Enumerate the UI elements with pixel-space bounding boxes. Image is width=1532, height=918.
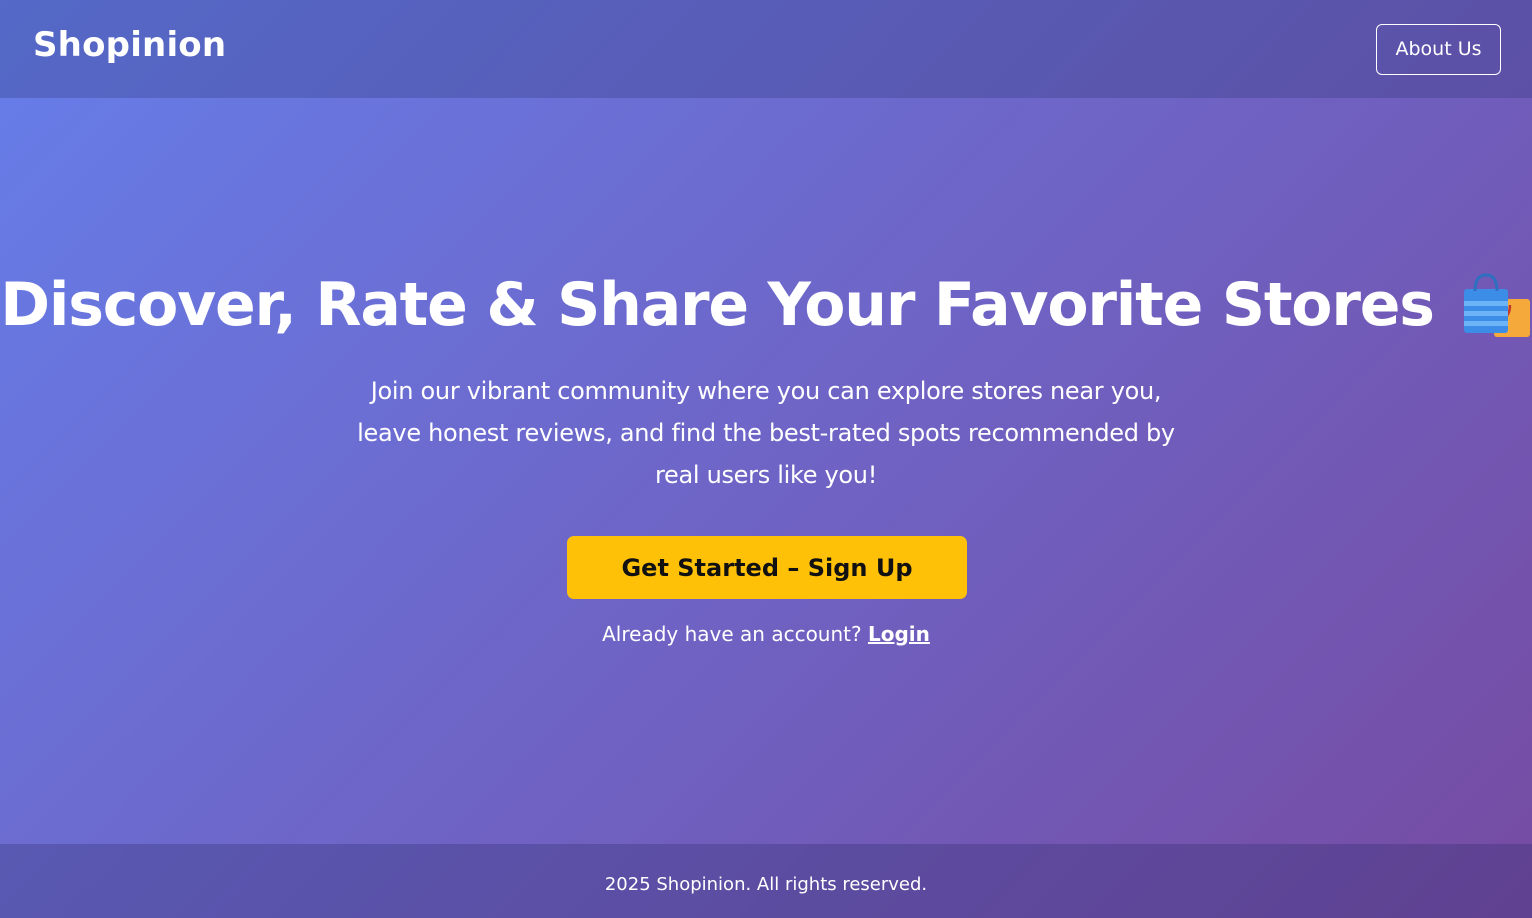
about-us-button[interactable]: About Us — [1376, 23, 1501, 75]
shopping-bags-icon — [1462, 271, 1532, 339]
get-started-signup-button[interactable]: Get Started – Sign Up — [567, 536, 967, 599]
login-link[interactable]: Login — [868, 622, 930, 646]
brand-logo[interactable]: Shopinion — [33, 25, 226, 65]
navbar: Shopinion About Us — [0, 0, 1532, 98]
login-prompt-text: Already have an account? — [602, 622, 868, 646]
footer: 2025 Shopinion. All rights reserved. — [0, 844, 1532, 918]
hero-title-text: Discover, Rate & Share Your Favorite Sto… — [0, 270, 1435, 340]
hero-title: Discover, Rate & Share Your Favorite Sto… — [0, 270, 1532, 340]
footer-copyright: 2025 Shopinion. All rights reserved. — [604, 873, 928, 895]
hero-section: Discover, Rate & Share Your Favorite Sto… — [0, 98, 1532, 844]
login-prompt: Already have an account? Login — [0, 622, 1532, 646]
hero-subtitle: Join our vibrant community where you can… — [357, 377, 1175, 489]
